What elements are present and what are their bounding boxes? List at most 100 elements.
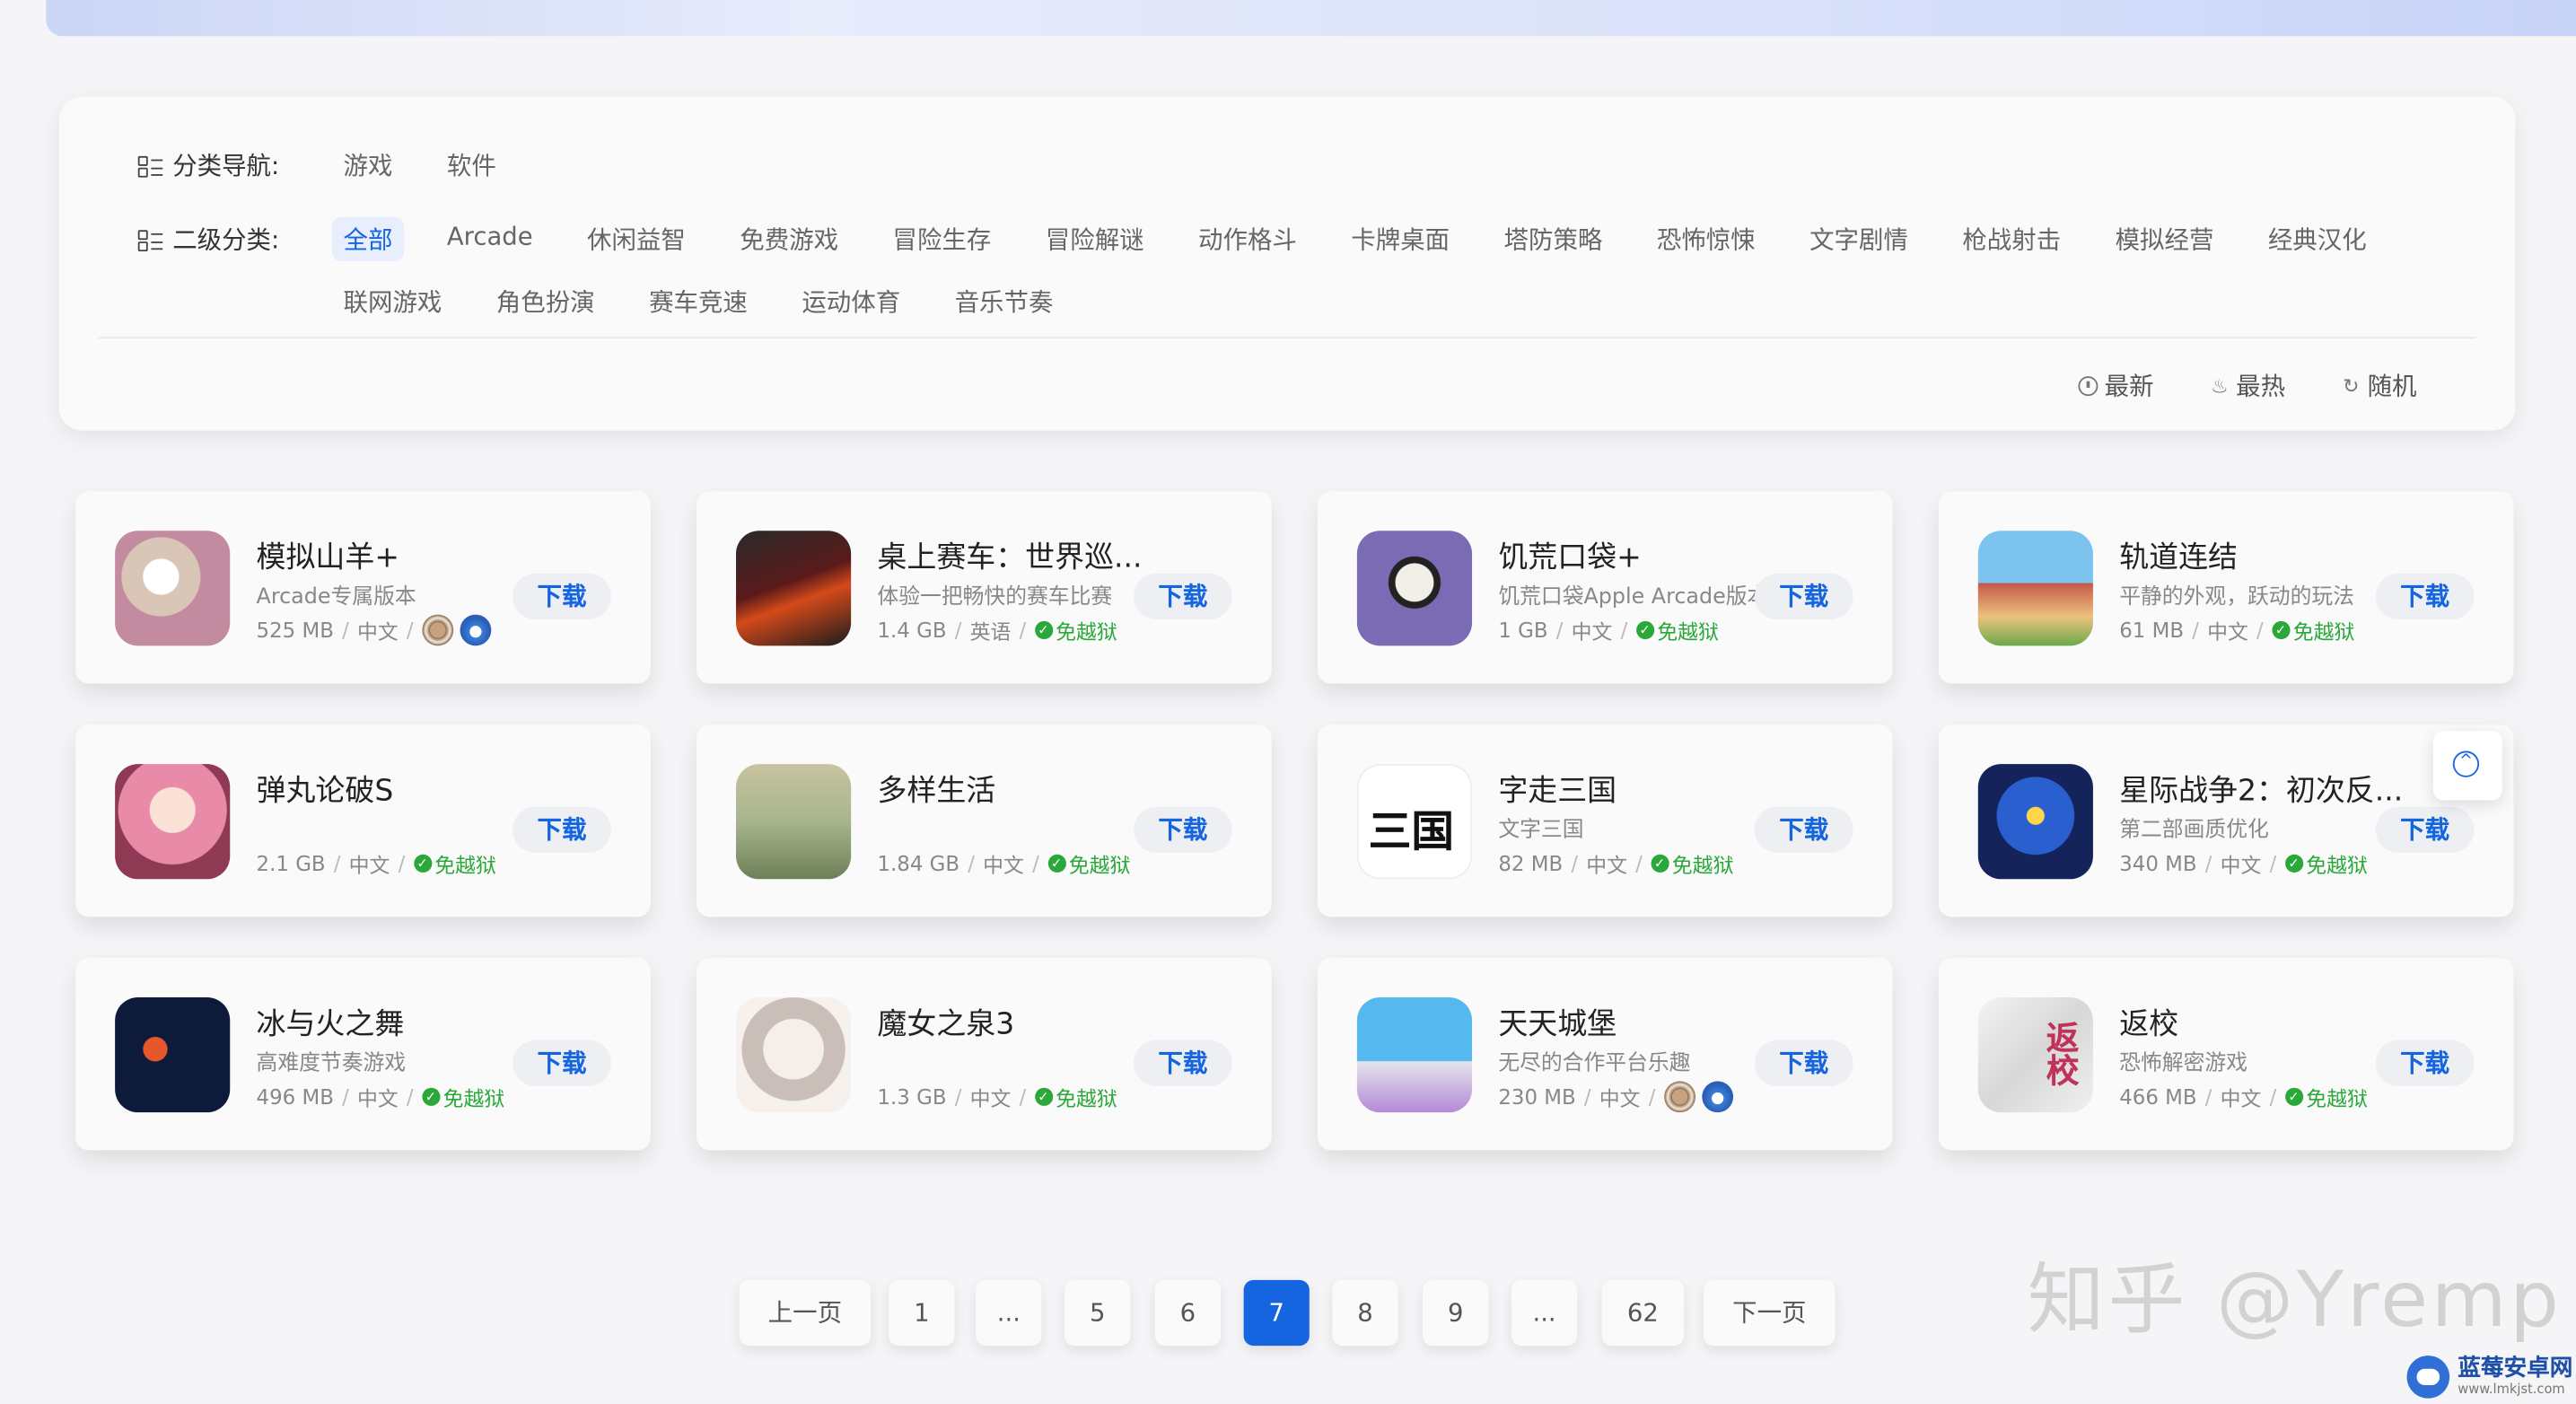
check-icon: ✓ [1034,1087,1053,1106]
app-card[interactable]: 多样生活 1.84 GB / 中文 / ✓ 免越狱 下载 [697,724,1272,917]
subcategory-classic-localized[interactable]: 经典汉化 [2256,217,2378,261]
witch-spring-icon [736,997,852,1113]
current-page-button[interactable]: 7 [1243,1279,1310,1347]
download-button[interactable]: 下载 [1133,806,1232,853]
app-card[interactable]: 返校 返校 恐怖解密游戏 466 MB / 中文 / ✓ 免越狱 下载 [1938,958,2514,1151]
jailbreak-free-tag: ✓ 免越狱 [1651,847,1733,879]
app-name: 桌上赛车：世界巡... [877,540,1143,575]
page-button[interactable]: 62 [1601,1279,1685,1347]
subcategory-adventure-puzzle[interactable]: 冒险解谜 [1034,217,1155,261]
list-icon [137,228,163,251]
sort-newest[interactable]: 最新 [2078,368,2154,402]
category-nav-row: 分类导航: 游戏 软件 [137,143,539,187]
download-button[interactable]: 下载 [1133,573,1232,620]
app-meta: 2.1 GB / 中文 / ✓ 免越狱 [257,847,496,879]
list-icon [137,154,163,177]
download-button[interactable]: 下载 [1754,573,1853,620]
app-name: 魔女之泉3 [877,1007,1015,1042]
check-icon: ✓ [2284,1087,2303,1106]
jailbreak-free-tag: ✓ 免越狱 [1034,1081,1117,1112]
subcategory-free[interactable]: 免费游戏 [728,217,849,261]
app-card[interactable]: 模拟山羊+ Arcade专属版本 525 MB / 中文 / 下载 [75,491,651,684]
download-button[interactable]: 下载 [513,573,611,620]
download-button[interactable]: 下载 [1133,1040,1232,1086]
app-card[interactable]: 弹丸论破S 2.1 GB / 中文 / ✓ 免越狱 下载 [75,724,651,917]
jailbreak-free-tag: ✓ 免越狱 [413,847,496,879]
app-meta: 1.3 GB / 中文 / ✓ 免越狱 [877,1081,1117,1112]
filter-panel: 分类导航: 游戏 软件 二级分类: 全部 Arcade 休闲益智 免费游戏 冒险… [58,96,2517,431]
subcategory-shooter[interactable]: 枪战射击 [1951,217,2072,261]
app-card[interactable]: 三国 字走三国 文字三国 82 MB / 中文 / ✓ 免越狱 下载 [1317,724,1893,917]
app-meta: 496 MB / 中文 / ✓ 免越狱 [257,1081,505,1112]
check-icon: ✓ [1635,620,1654,640]
chevron-up-icon: ^ [2452,750,2480,777]
app-card[interactable]: 饥荒口袋+ 饥荒口袋Apple Arcade版本 1 GB / 中文 / ✓ 免越狱 … [1317,491,1893,684]
galaxy-war-icon [1977,764,2093,880]
subcategory-adventure-survival[interactable]: 冒险生存 [881,217,1003,261]
subcategory-horror[interactable]: 恐怖惊悚 [1645,217,1766,261]
goat-simulator-icon [115,531,231,646]
subcategory-sports[interactable]: 运动体育 [791,279,912,323]
subcategory-racing[interactable]: 赛车竞速 [637,279,758,323]
app-card[interactable]: 魔女之泉3 1.3 GB / 中文 / ✓ 免越狱 下载 [697,958,1272,1151]
download-button[interactable]: 下载 [2375,806,2475,853]
page-button[interactable]: 8 [1332,1279,1398,1347]
app-name: 天天城堡 [1498,1007,1617,1042]
subcategory-casual-puzzle[interactable]: 休闲益智 [575,217,697,261]
download-button[interactable]: 下载 [2375,573,2475,620]
check-icon: ✓ [413,854,432,873]
detention-icon: 返校 [1977,997,2093,1113]
subcategory-rpg[interactable]: 角色扮演 [485,279,606,323]
page-button[interactable]: 5 [1065,1279,1131,1347]
category-nav-label: 分类导航: [137,148,332,182]
subcategory-online[interactable]: 联网游戏 [332,279,453,323]
download-button[interactable]: 下载 [513,1040,611,1086]
subcategory-card-board[interactable]: 卡牌桌面 [1339,217,1460,261]
refresh-icon: ↻ [2343,373,2360,398]
sort-random[interactable]: ↻ 随机 [2341,368,2416,402]
check-icon: ✓ [1034,620,1053,640]
download-button[interactable]: 下载 [2375,1040,2475,1086]
sort-hottest[interactable]: ♨ 最热 [2210,368,2285,402]
subcategory-music-rhythm[interactable]: 音乐节奏 [943,279,1065,323]
subcategory-arcade[interactable]: Arcade [435,217,544,261]
subcategory-tower-defense[interactable]: 塔防策略 [1493,217,1614,261]
page-button[interactable]: 9 [1423,1279,1489,1347]
app-meta: 230 MB / 中文 / [1498,1081,1733,1113]
app-card[interactable]: 冰与火之舞 高难度节奏游戏 496 MB / 中文 / ✓ 免越狱 下载 [75,958,651,1151]
download-button[interactable]: 下载 [513,806,611,853]
category-software[interactable]: 软件 [435,143,508,187]
source-badge-icon [1663,1081,1695,1113]
back-to-top-button[interactable]: ^ [2432,731,2502,801]
app-name: 模拟山羊+ [256,540,399,575]
app-name: 饥荒口袋+ [1498,540,1642,575]
app-desc: Arcade专属版本 [256,584,416,610]
page-ellipsis[interactable]: ... [976,1279,1042,1347]
category-games[interactable]: 游戏 [332,143,405,187]
divider [98,337,2476,339]
app-meta: 525 MB / 中文 / [257,614,491,646]
app-card[interactable]: 轨道连结 平静的外观，跃动的玩法 61 MB / 中文 / ✓ 免越狱 下载 [1938,491,2514,684]
subcategory-text-story[interactable]: 文字剧情 [1798,217,1919,261]
next-page-button[interactable]: 下一页 [1704,1279,1836,1347]
subcategory-row: 二级分类: 全部 Arcade 休闲益智 免费游戏 冒险生存 冒险解谜 动作格斗… [137,216,2517,324]
page-button[interactable]: 1 [889,1279,955,1347]
three-kingdoms-icon: 三国 [1356,764,1473,880]
check-icon: ✓ [1047,854,1066,873]
prev-page-button[interactable]: 上一页 [739,1279,872,1347]
subcategory-all[interactable]: 全部 [331,216,405,262]
download-button[interactable]: 下载 [1754,1040,1853,1086]
subcategory-action-fighting[interactable]: 动作格斗 [1187,217,1308,261]
app-desc: 文字三国 [1498,818,1584,843]
app-card[interactable]: 天天城堡 无尽的合作平台乐趣 230 MB / 中文 / 下载 [1317,958,1893,1151]
subcategory-simulation[interactable]: 模拟经营 [2104,217,2225,261]
download-button[interactable]: 下载 [1754,806,1853,853]
app-meta: 340 MB / 中文 / ✓ 免越狱 [2119,847,2368,879]
app-card[interactable]: 桌上赛车：世界巡... 体验一把畅快的赛车比赛 1.4 GB / 英语 / ✓ 免越狱… [697,491,1272,684]
page-ellipsis[interactable]: ... [1511,1279,1578,1347]
subcategory-label: 二级分类: [137,217,332,257]
page-button[interactable]: 6 [1154,1279,1221,1347]
app-meta: 82 MB / 中文 / ✓ 免越狱 [1498,847,1733,879]
source-badge-icon [421,614,453,646]
app-card[interactable]: 星际战争2：初次反... 第二部画质优化 340 MB / 中文 / ✓ 免越狱 下载 [1938,724,2514,917]
